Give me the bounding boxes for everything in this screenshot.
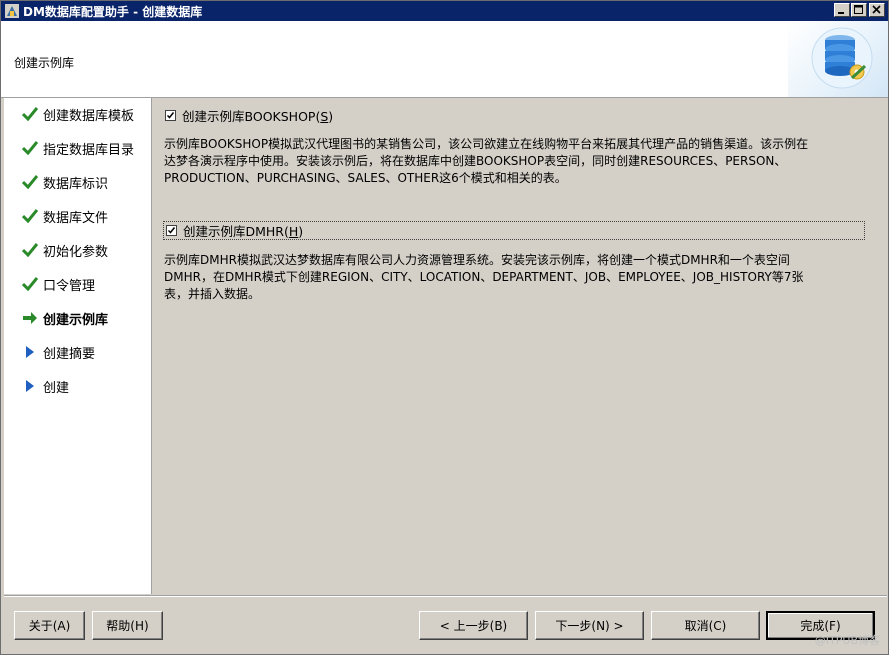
dmhr-desc-line: 表，并插入数据。 bbox=[164, 287, 261, 301]
step-password: 口令管理 bbox=[21, 274, 95, 294]
step-label: 创建示例库 bbox=[43, 312, 109, 328]
step-init-params: 初始化参数 bbox=[21, 240, 108, 260]
step-db-identity: 数据库标识 bbox=[21, 172, 108, 192]
bookshop-checkbox[interactable] bbox=[165, 109, 176, 121]
app-icon bbox=[5, 4, 19, 18]
step-label: 创建数据库模板 bbox=[43, 108, 135, 124]
database-gear-icon bbox=[811, 27, 873, 89]
watermark-text: @ITPUB博客 bbox=[814, 634, 880, 647]
step-label: 口令管理 bbox=[43, 278, 96, 294]
dmhr-desc-line: DMHR，在DMHR模式下创建REGION、CITY、LOCATION、DEPA… bbox=[164, 270, 804, 284]
step-label: 创建摘要 bbox=[43, 346, 96, 362]
bookshop-desc-line: 达梦各演示程序中使用。安装该示例后，将在数据库中创建BOOKSHOP表空间，同时… bbox=[164, 154, 787, 168]
wizard-steps: 创建数据库模板 指定数据库目录 数据库标识 数据库文件 初始化参数 口令管理 创… bbox=[4, 98, 152, 594]
bookshop-description: 示例库BOOKSHOP模拟武汉代理图书的某销售公司，该公司欲建立在线购物平台来拓… bbox=[164, 136, 864, 187]
maximize-icon[interactable] bbox=[851, 3, 867, 17]
bookshop-desc-line: 示例库BOOKSHOP模拟武汉代理图书的某销售公司，该公司欲建立在线购物平台来拓… bbox=[164, 137, 809, 151]
dmhr-checkbox-row[interactable]: 创建示例库DMHR(H) bbox=[163, 221, 865, 240]
header-banner bbox=[788, 21, 888, 97]
step-summary: 创建摘要 bbox=[21, 342, 95, 362]
step-create: 创建 bbox=[21, 376, 69, 396]
help-button[interactable]: 帮助(H) bbox=[92, 611, 163, 640]
bookshop-checkbox-row[interactable]: 创建示例库BOOKSHOP(S) bbox=[165, 106, 333, 124]
step-label: 数据库标识 bbox=[43, 176, 109, 192]
step-sample-db: 创建示例库 bbox=[21, 308, 108, 328]
window-controls bbox=[833, 3, 885, 17]
dmhr-checkbox-label[interactable]: 创建示例库DMHR(H) bbox=[183, 221, 303, 240]
step-label: 初始化参数 bbox=[43, 244, 109, 260]
check-icon bbox=[21, 242, 39, 258]
step-label: 指定数据库目录 bbox=[43, 142, 135, 158]
wizard-header: 创建示例库 bbox=[1, 21, 888, 98]
check-icon bbox=[21, 208, 39, 224]
triangle-right-icon bbox=[21, 378, 39, 394]
minimize-icon[interactable] bbox=[834, 3, 850, 17]
check-icon bbox=[21, 276, 39, 292]
footer-divider-highlight bbox=[4, 596, 887, 597]
arrow-right-icon bbox=[21, 310, 39, 326]
app-window: DM数据库配置助手 - 创建数据库 创建示例库 创建数据库模板 指定数据库目录 … bbox=[0, 0, 889, 655]
window-title: DM数据库配置助手 - 创建数据库 bbox=[23, 4, 203, 19]
step-label: 数据库文件 bbox=[43, 210, 109, 226]
step-label: 创建 bbox=[43, 380, 70, 396]
dmhr-description: 示例库DMHR模拟武汉达梦数据库有限公司人力资源管理系统。安装完该示例库，将创建… bbox=[164, 252, 864, 303]
close-icon[interactable] bbox=[869, 3, 885, 17]
triangle-right-icon bbox=[21, 344, 39, 360]
step-create-template: 创建数据库模板 bbox=[21, 104, 134, 124]
check-icon bbox=[21, 140, 39, 156]
prev-button[interactable]: < 上一步(B) bbox=[419, 611, 528, 640]
main-panel: 创建示例库BOOKSHOP(S) 示例库BOOKSHOP模拟武汉代理图书的某销售… bbox=[152, 98, 888, 594]
check-icon bbox=[21, 106, 39, 122]
bookshop-checkbox-label[interactable]: 创建示例库BOOKSHOP(S) bbox=[182, 106, 333, 125]
cancel-button[interactable]: 取消(C) bbox=[651, 611, 760, 640]
step-db-directory: 指定数据库目录 bbox=[21, 138, 134, 158]
bookshop-desc-line: PRODUCTION、PURCHASING、SALES、OTHER这6个模式和相… bbox=[164, 171, 567, 185]
check-icon bbox=[21, 174, 39, 190]
dmhr-checkbox[interactable] bbox=[166, 225, 177, 236]
about-button[interactable]: 关于(A) bbox=[14, 611, 85, 640]
dmhr-desc-line: 示例库DMHR模拟武汉达梦数据库有限公司人力资源管理系统。安装完该示例库，将创建… bbox=[164, 253, 790, 267]
page-title: 创建示例库 bbox=[14, 56, 75, 70]
title-bar[interactable]: DM数据库配置助手 - 创建数据库 bbox=[1, 1, 888, 21]
next-button[interactable]: 下一步(N) > bbox=[535, 611, 644, 640]
step-db-files: 数据库文件 bbox=[21, 206, 108, 226]
